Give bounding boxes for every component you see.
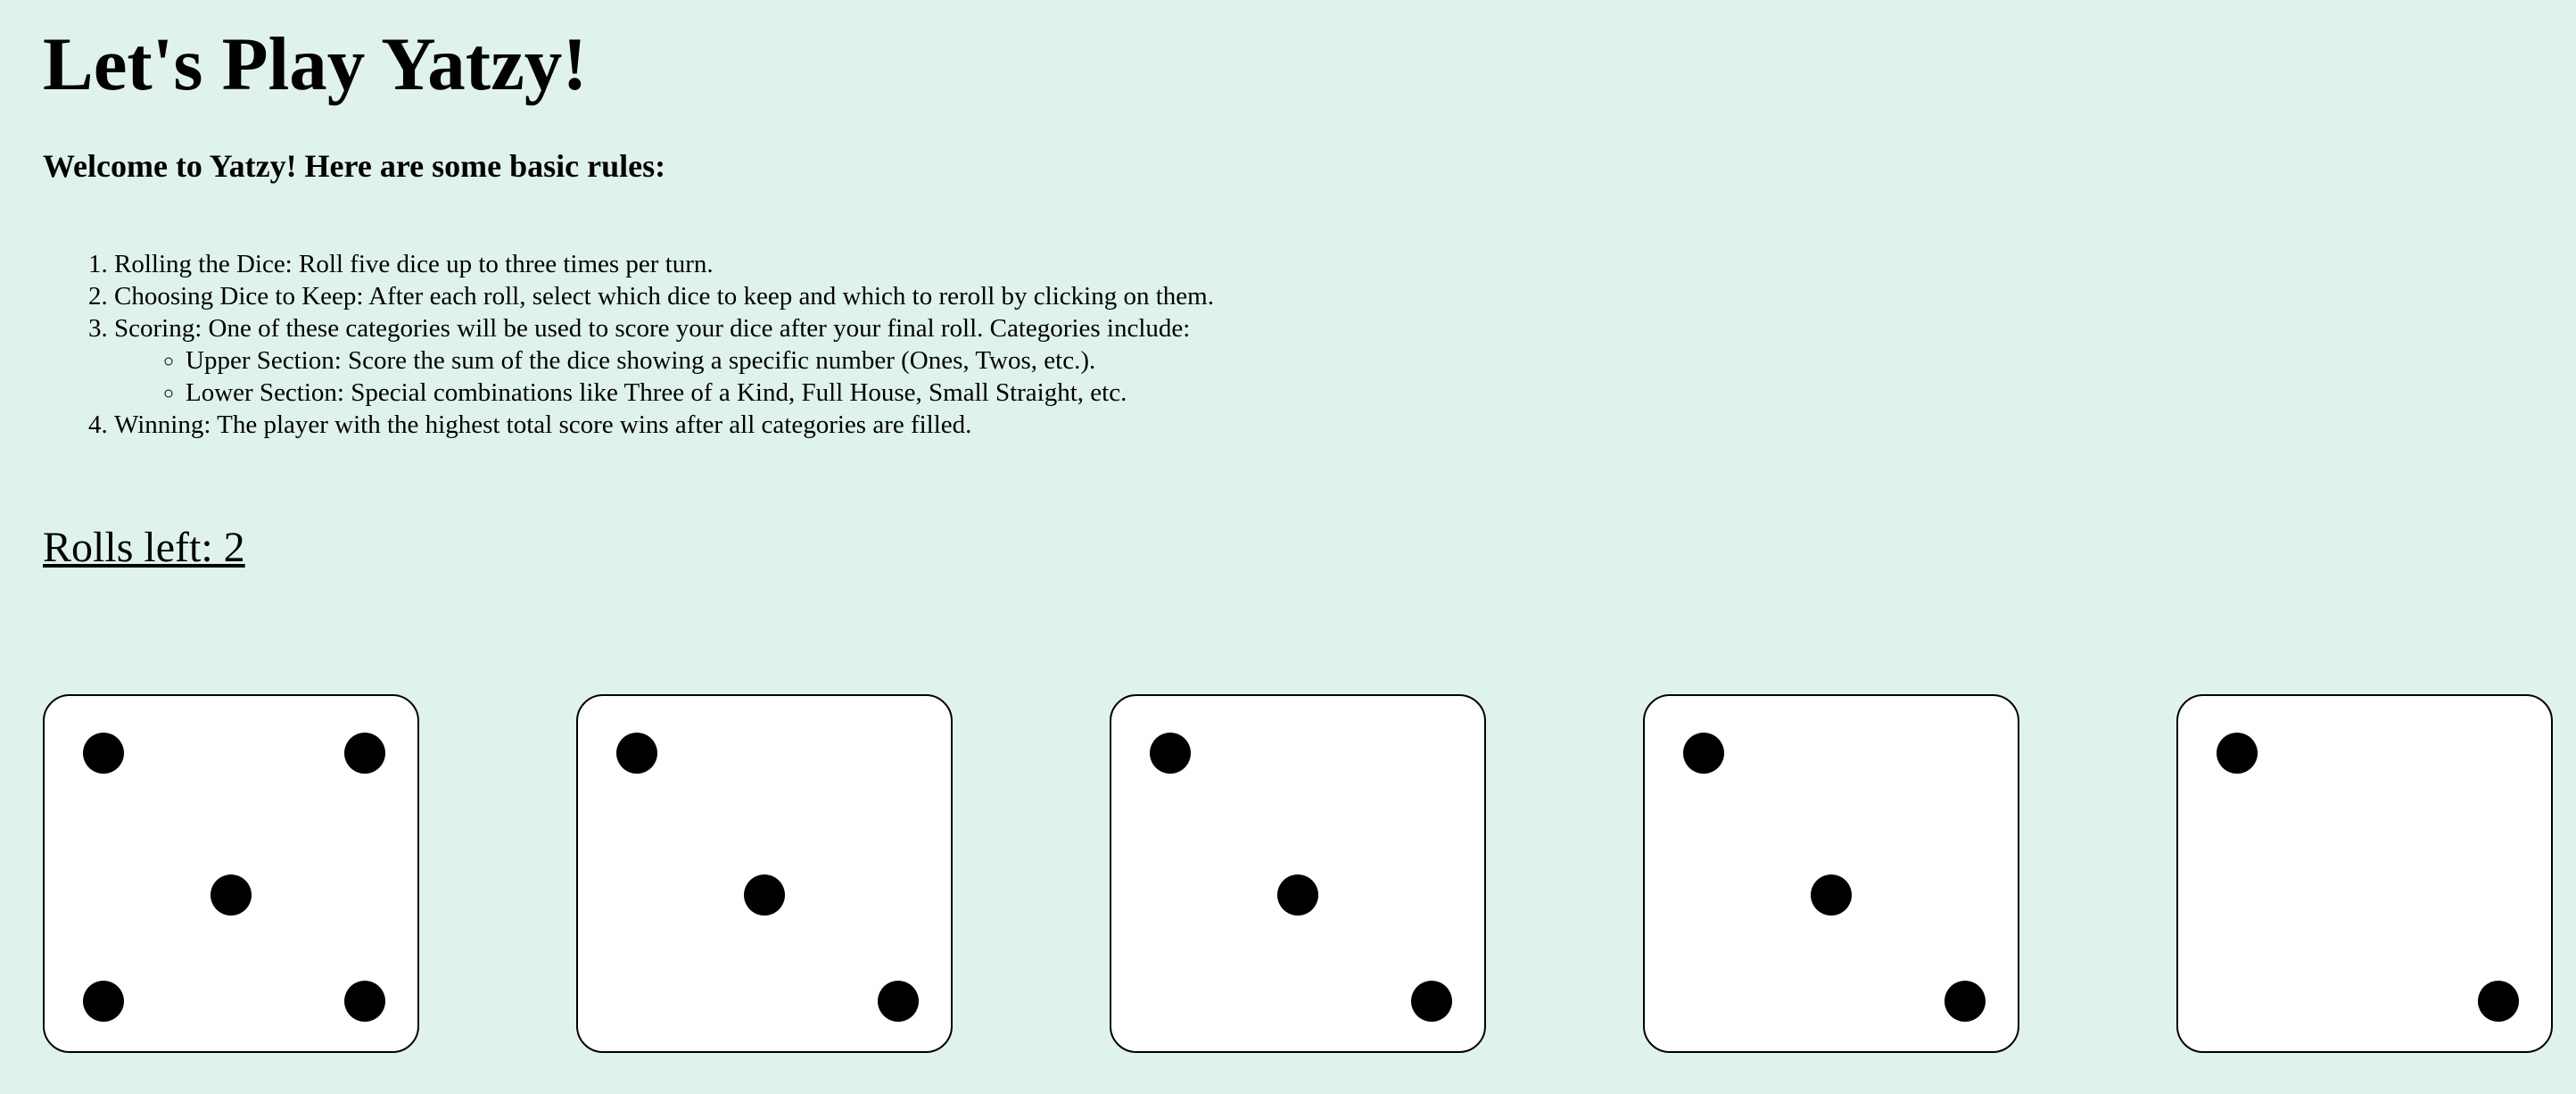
die-pip <box>1411 981 1452 1022</box>
rule-text: Winning: The player with the highest tot… <box>114 410 972 439</box>
rule-item-choosing: Choosing Dice to Keep: After each roll, … <box>114 280 1214 312</box>
die-pip <box>344 733 385 774</box>
die-pip <box>1683 733 1724 774</box>
rules-intro: Welcome to Yatzy! Here are some basic ru… <box>43 148 666 184</box>
die-pip <box>616 733 657 774</box>
page-title: Let's Play Yatzy! <box>43 22 588 106</box>
die-1[interactable] <box>43 694 419 1053</box>
rule-text: Rolling the Dice: Roll five dice up to t… <box>114 250 714 278</box>
die-pip <box>1944 981 1986 1022</box>
die-pip <box>344 981 385 1022</box>
scoring-categories-list: Upper Section: Score the sum of the dice… <box>114 344 1214 409</box>
die-pip <box>2478 981 2519 1022</box>
die-pip <box>878 981 919 1022</box>
rule-item-rolling: Rolling the Dice: Roll five dice up to t… <box>114 248 1214 280</box>
dice-row <box>43 694 2553 1053</box>
rule-text: Choosing Dice to Keep: After each roll, … <box>114 282 1214 311</box>
die-pip <box>83 733 124 774</box>
die-pip <box>1277 874 1318 916</box>
die-pip <box>744 874 785 916</box>
die-pip <box>1811 874 1852 916</box>
rules-list: Rolling the Dice: Roll five dice up to t… <box>43 248 1214 441</box>
category-upper-section: Upper Section: Score the sum of the dice… <box>186 344 1214 377</box>
die-pip <box>2217 733 2258 774</box>
die-2[interactable] <box>576 694 953 1053</box>
rule-text: Scoring: One of these categories will be… <box>114 314 1191 343</box>
die-pip <box>83 981 124 1022</box>
die-5[interactable] <box>2176 694 2553 1053</box>
rule-item-scoring: Scoring: One of these categories will be… <box>114 312 1214 409</box>
category-lower-section: Lower Section: Special combinations like… <box>186 377 1214 409</box>
die-3[interactable] <box>1110 694 1486 1053</box>
rolls-left-counter[interactable]: Rolls left: 2 <box>43 526 245 569</box>
die-4[interactable] <box>1643 694 2019 1053</box>
die-pip <box>1150 733 1191 774</box>
die-pip <box>211 874 252 916</box>
rule-item-winning: Winning: The player with the highest tot… <box>114 409 1214 441</box>
